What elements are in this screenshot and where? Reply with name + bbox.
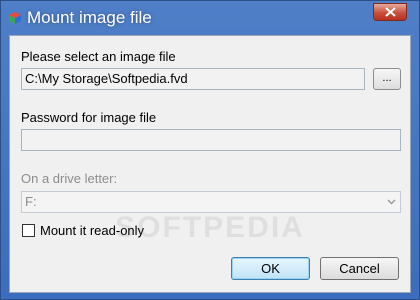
cancel-button[interactable]: Cancel: [320, 257, 399, 280]
read-only-checkbox[interactable]: [22, 224, 35, 237]
password-input[interactable]: [21, 129, 401, 151]
drive-letter-select[interactable]: F:: [21, 191, 401, 213]
window-title: Mount image file: [27, 8, 152, 27]
drive-letter-label: On a drive letter:: [21, 171, 118, 186]
read-only-label[interactable]: Mount it read-only: [40, 223, 144, 238]
image-file-path-input[interactable]: C:\My Storage\Softpedia.fvd: [21, 68, 365, 90]
ok-button[interactable]: OK: [231, 257, 310, 280]
browse-button[interactable]: ...: [373, 68, 401, 90]
close-icon: [385, 7, 396, 17]
image-file-label: Please select an image file: [21, 49, 176, 64]
cube-app-icon: [9, 12, 21, 24]
password-label: Password for image file: [21, 110, 157, 125]
drive-letter-value: F:: [25, 194, 37, 209]
close-button[interactable]: [373, 3, 407, 21]
title-bar[interactable]: Mount image file: [1, 1, 419, 35]
dialog-client-area: Please select an image file C:\My Storag…: [9, 35, 411, 293]
chevron-down-icon: [387, 199, 396, 205]
mount-image-dialog: Mount image file Please select an image …: [0, 0, 420, 300]
